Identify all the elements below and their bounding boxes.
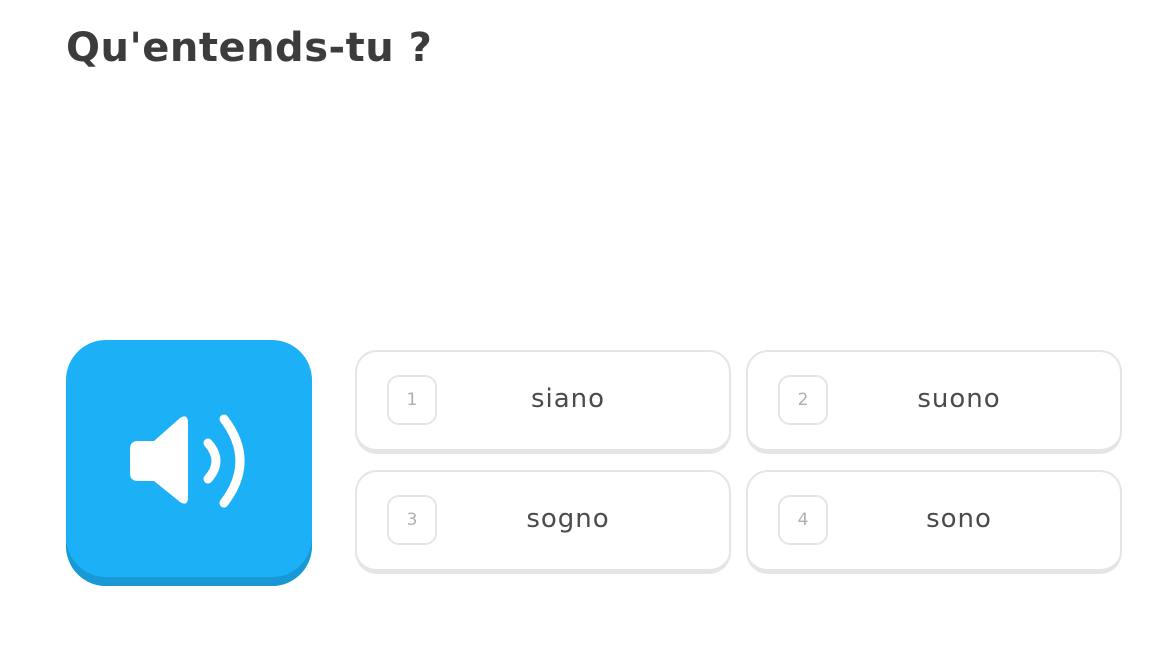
- answer-choices: 1 siano 2 suono 3 sogno 4 sono: [355, 350, 1122, 574]
- play-audio-button[interactable]: [66, 340, 312, 586]
- speaker-icon: [130, 414, 245, 508]
- choice-label: siano: [530, 384, 606, 414]
- choice-1[interactable]: 1 siano: [355, 350, 731, 454]
- choice-4[interactable]: 4 sono: [746, 470, 1122, 574]
- choice-3[interactable]: 3 sogno: [355, 470, 731, 574]
- choice-label: sono: [926, 504, 992, 534]
- choice-2[interactable]: 2 suono: [746, 350, 1122, 454]
- choice-label: suono: [917, 384, 1001, 414]
- page-title: Qu'entends-tu ?: [66, 25, 433, 71]
- choice-label: sogno: [526, 504, 610, 534]
